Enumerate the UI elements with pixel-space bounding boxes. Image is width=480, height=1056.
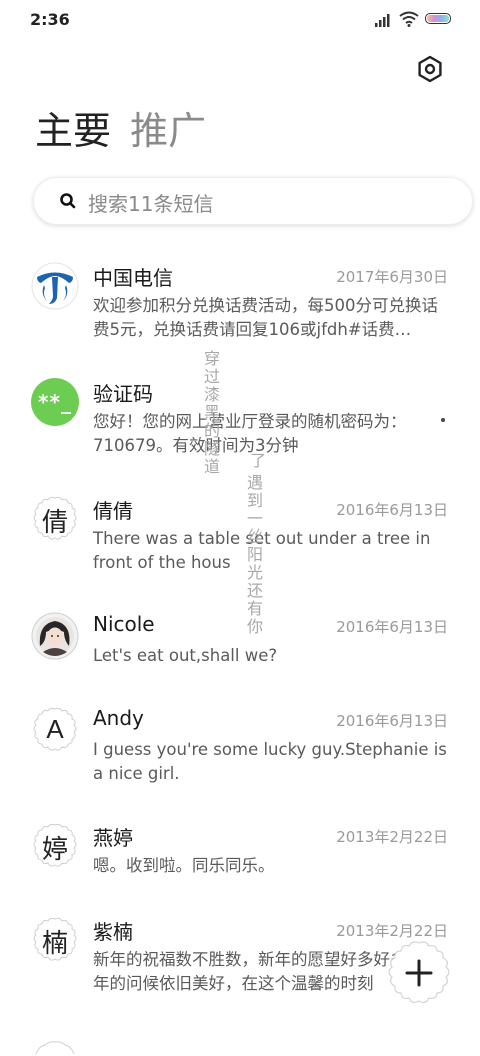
- conversation-item[interactable]: A Andy 2016年6月13日 I guess you're some lu…: [0, 706, 480, 816]
- message-preview: Let's eat out,shall we?: [93, 646, 278, 665]
- conversation-item[interactable]: 倩 倩倩 2016年6月13日 There was a table set ou…: [0, 495, 480, 605]
- verification-avatar-label: **_: [38, 390, 72, 414]
- message-preview: There was a table set out under a tree i…: [93, 529, 431, 572]
- search-placeholder: 搜索11条短信: [88, 192, 214, 216]
- avatar-initial: 楠: [41, 929, 68, 959]
- contact-name: Nicole: [93, 612, 155, 636]
- message-date: 2013年2月22日: [336, 828, 448, 846]
- tab-main[interactable]: 主要: [35, 108, 111, 154]
- contact-avatar: 倩: [31, 495, 79, 543]
- search-bar[interactable]: 搜索11条短信: [33, 177, 473, 225]
- message-date: 2016年6月13日: [336, 618, 448, 636]
- contact-name: 中国电信: [93, 266, 173, 290]
- overlay-vertical-text: 穿过漆黑的隧道: [201, 350, 220, 476]
- contact-avatar: 婷: [31, 822, 79, 870]
- china-telecom-logo-icon: [31, 262, 79, 310]
- battery-icon: [425, 13, 451, 24]
- contact-avatar: A: [31, 706, 79, 754]
- avatar-initial: 倩: [41, 508, 68, 538]
- message-preview: 欢迎参加积分兑换话费活动，每500分可兑换话费5元，兑换话费请回复106或jfd…: [93, 296, 438, 339]
- contact-avatar: 楠: [31, 916, 79, 964]
- verification-code-avatar: **_: [31, 378, 79, 426]
- message-date: 2016年6月13日: [336, 501, 448, 519]
- status-bar: 2:36: [0, 0, 480, 40]
- message-date: 2017年6月30日: [336, 268, 448, 286]
- status-time: 2:36: [30, 10, 70, 29]
- wifi-icon: [399, 11, 419, 27]
- indicator-dot: [441, 418, 445, 422]
- message-date: 2013年2月22日: [336, 922, 448, 940]
- contact-name: 验证码: [93, 382, 153, 406]
- message-preview: 嗯。收到啦。同乐同乐。: [93, 856, 275, 875]
- tab-bar: 主要 推广: [35, 108, 220, 158]
- message-preview: 您好！您的网上营业厅登录的随机密码为：710679。有效时间为3分钟: [93, 412, 407, 455]
- tab-promotion[interactable]: 推广: [130, 108, 206, 154]
- contact-name: Andy: [93, 706, 144, 730]
- search-icon: [60, 193, 76, 209]
- contact-name: 燕婷: [93, 826, 133, 850]
- conversation-item[interactable]: 婷 燕婷 2013年2月22日 嗯。收到啦。同乐同乐。: [0, 822, 480, 912]
- conversation-item[interactable]: **_ 验证码 您好！您的网上营业厅登录的随机密码为：710679。有效时间为3…: [0, 378, 480, 488]
- scalloped-avatar-frame-icon: [35, 1041, 75, 1055]
- nicole-photo-avatar: [31, 612, 79, 660]
- overlay-vertical-text: 遇到一丝阳光还有你: [244, 474, 263, 636]
- contact-name: 紫楠: [93, 920, 133, 944]
- overlay-vertical-text-prefix: 了: [247, 452, 266, 470]
- new-message-fab[interactable]: [385, 940, 453, 1008]
- contact-name: 倩倩: [93, 499, 133, 523]
- message-date: 2016年6月13日: [336, 712, 448, 730]
- conversation-item[interactable]: Nicole 2016年6月13日 Let's eat out,shall we…: [0, 612, 480, 702]
- settings-hexagon-icon[interactable]: [415, 54, 445, 84]
- message-preview: I guess you're some lucky guy.Stephanie …: [93, 740, 447, 783]
- avatar-initial: A: [46, 714, 64, 744]
- cellular-signal-icon: [375, 14, 390, 27]
- conversation-item-partial[interactable]: [0, 1028, 480, 1055]
- avatar-initial: 婷: [41, 835, 68, 865]
- conversation-item[interactable]: 中国电信 2017年6月30日 欢迎参加积分兑换话费活动，每500分可兑换话费5…: [0, 262, 480, 372]
